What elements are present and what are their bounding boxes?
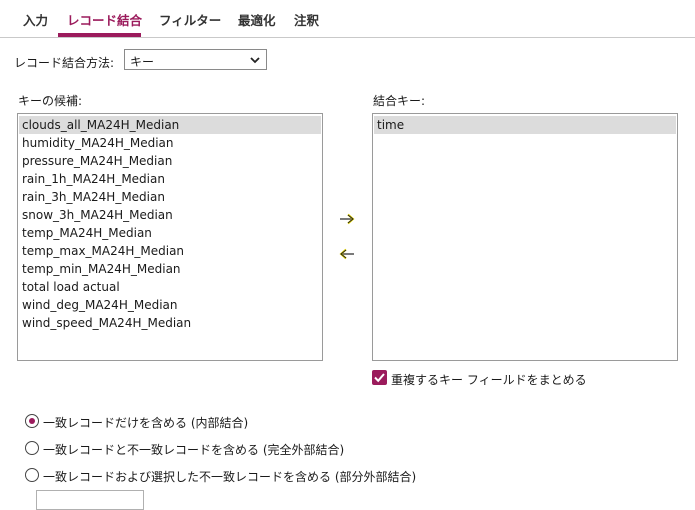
partial-outer-join-radio[interactable] [25, 468, 39, 482]
candidate-item[interactable]: clouds_all_MA24H_Median [19, 116, 321, 134]
tab-annotations[interactable]: 注釈 [294, 10, 319, 29]
partial-outer-join-label: 一致レコードおよび選択した不一致レコードを含める (部分外部結合) [43, 470, 417, 484]
candidate-item[interactable]: humidity_MA24H_Median [19, 134, 321, 152]
candidate-item[interactable]: rain_3h_MA24H_Median [19, 188, 321, 206]
tab-record-merge[interactable]: レコード結合 [67, 10, 142, 29]
candidate-item[interactable]: wind_deg_MA24H_Median [19, 296, 321, 314]
candidate-item[interactable]: temp_max_MA24H_Median [19, 242, 321, 260]
radio-selected-dot [29, 418, 35, 424]
partial-join-select-button[interactable] [36, 490, 144, 510]
inner-join-radio[interactable] [25, 414, 39, 428]
merge-method-label: レコード結合方法: [14, 56, 115, 70]
remove-key-arrow-icon[interactable] [339, 248, 355, 260]
add-key-arrow-icon[interactable] [339, 213, 355, 225]
active-tab-indicator [58, 33, 141, 37]
candidate-item[interactable]: wind_speed_MA24H_Median [19, 314, 321, 332]
candidate-item[interactable]: snow_3h_MA24H_Median [19, 206, 321, 224]
candidate-item[interactable]: total load actual [19, 278, 321, 296]
candidate-item[interactable]: temp_MA24H_Median [19, 224, 321, 242]
key-candidates-label: キーの候補: [18, 94, 83, 108]
candidate-item[interactable]: rain_1h_MA24H_Median [19, 170, 321, 188]
merge-duplicate-keys-checkbox[interactable] [372, 370, 387, 385]
join-keys-list[interactable]: time [372, 113, 678, 361]
candidate-item[interactable]: temp_min_MA24H_Median [19, 260, 321, 278]
merge-duplicate-keys-label: 重複するキー フィールドをまとめる [391, 373, 587, 387]
full-outer-join-label: 一致レコードと不一致レコードを含める (完全外部結合) [43, 443, 345, 457]
checkmark-icon [374, 373, 385, 383]
merge-method-value: キー [130, 55, 155, 69]
inner-join-label: 一致レコードだけを含める (内部結合) [43, 416, 249, 430]
tab-bar: 入力 レコード結合 フィルター 最適化 注釈 [0, 0, 695, 38]
join-keys-label: 結合キー: [373, 94, 426, 108]
candidate-item[interactable]: pressure_MA24H_Median [19, 152, 321, 170]
key-candidates-list[interactable]: clouds_all_MA24H_Median humidity_MA24H_M… [17, 113, 323, 361]
tab-input[interactable]: 入力 [23, 10, 48, 29]
full-outer-join-radio[interactable] [25, 441, 39, 455]
merge-method-select[interactable]: キー [124, 49, 267, 70]
tab-filter[interactable]: フィルター [159, 10, 221, 29]
chevron-down-icon [250, 57, 260, 64]
join-key-item[interactable]: time [374, 116, 676, 134]
tab-optimize[interactable]: 最適化 [238, 10, 276, 29]
